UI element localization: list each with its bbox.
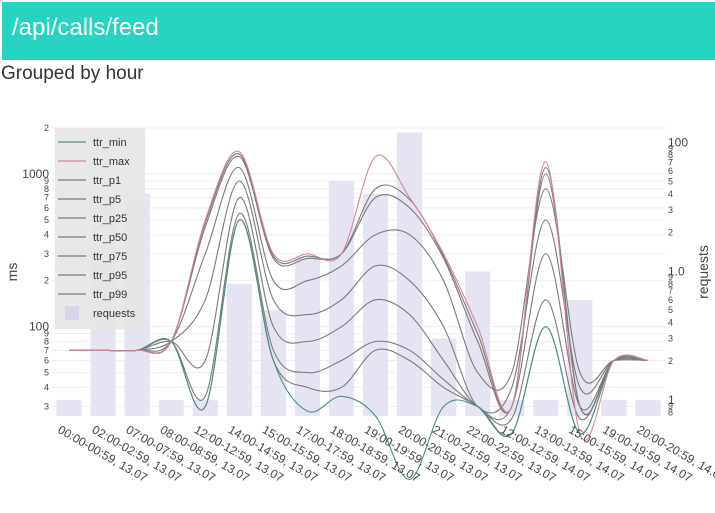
series-line-ttr-p50 [68, 180, 649, 414]
right-tick-label: 4 [668, 317, 673, 327]
requests-bar [396, 132, 423, 416]
legend-label: ttr_p50 [93, 232, 127, 244]
left-tick-label: 2 [44, 276, 49, 286]
legend-label: ttr_p5 [93, 194, 121, 206]
right-tick-label: 6 [668, 295, 673, 305]
legend-label: requests [93, 308, 136, 320]
requests-bar [431, 338, 457, 416]
left-tick-label: 3 [44, 249, 49, 259]
legend-label: ttr_p75 [93, 251, 127, 263]
left-tick-label: 2 [44, 123, 49, 133]
legend-label: ttr_min [93, 137, 127, 149]
right-tick-label: 3 [668, 205, 673, 215]
left-tick-label: 6 [44, 356, 49, 366]
left-axis-title: ms [4, 263, 20, 282]
requests-bar [533, 399, 559, 416]
requests-bar [465, 271, 491, 416]
legend-label: ttr_p1 [93, 175, 121, 187]
left-tick-label: 5 [44, 368, 49, 378]
series-line-ttr-max [68, 150, 649, 441]
left-tick-label: 7 [44, 193, 49, 203]
right-tick-label: 6 [668, 166, 673, 176]
right-tick-label: 5 [668, 176, 673, 186]
left-tick-label: 5 [44, 215, 49, 225]
legend-label: ttr_p95 [93, 270, 127, 282]
right-tick-label: 2 [668, 228, 673, 238]
legend-label: ttr_p25 [93, 213, 127, 225]
requests-chart: 21000987654321009876543100987654321.0987… [4, 123, 715, 485]
left-tick-label: 4 [44, 230, 49, 240]
requests-bar [192, 399, 218, 416]
right-tick-label: 3 [668, 334, 673, 344]
legend-label: ttr_p99 [93, 289, 127, 301]
left-tick-label: 3 [44, 402, 49, 412]
requests-bar [362, 193, 389, 416]
legend-swatch-requests [65, 306, 79, 320]
requests-bar [601, 399, 627, 416]
right-tick-label: 8 [668, 407, 673, 417]
requests-bar [226, 283, 252, 416]
series-line-ttr-p1 [68, 219, 649, 437]
requests-bar [158, 399, 184, 416]
requests-bar [635, 399, 661, 416]
right-tick-label: 2 [668, 356, 673, 366]
legend-label: ttr_max [93, 156, 130, 168]
right-axis-title: requests [695, 245, 711, 299]
right-tick-label: 5 [668, 305, 673, 315]
right-tick-label: 4 [668, 189, 673, 199]
left-tick-label: 7 [44, 345, 49, 355]
series-line-ttr-p5 [68, 213, 649, 426]
series-line-ttr-p25 [68, 197, 649, 421]
requests-bar [328, 181, 355, 416]
left-tick-label: 4 [44, 382, 49, 392]
requests-bar [56, 399, 82, 416]
left-tick-label: 6 [44, 203, 49, 213]
